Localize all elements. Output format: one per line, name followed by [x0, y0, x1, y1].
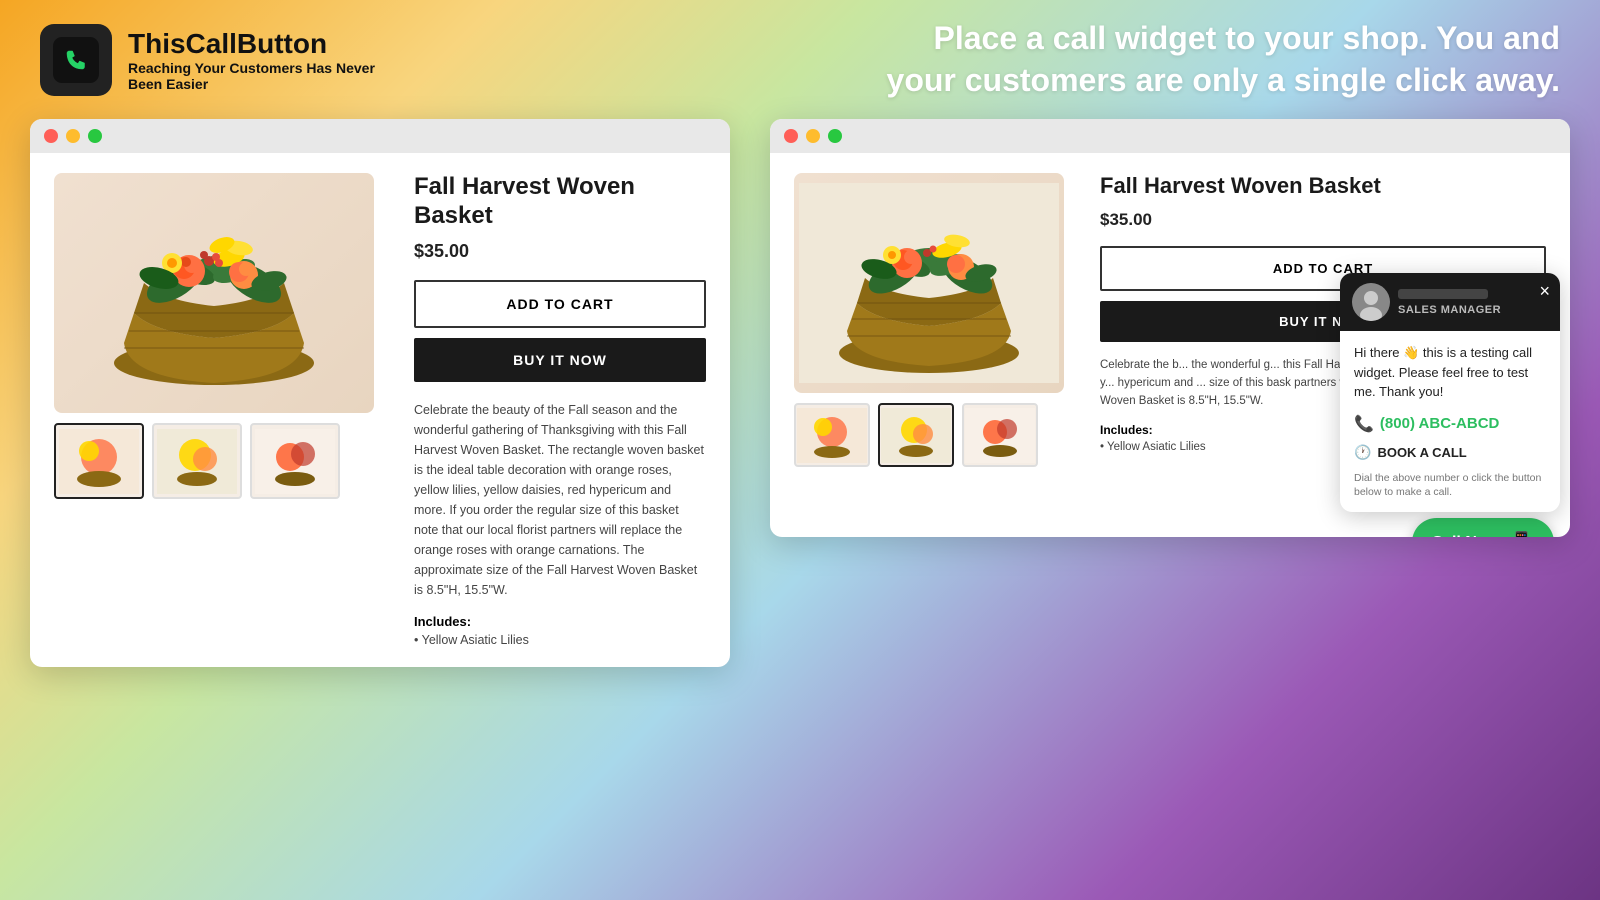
- main-content: Fall Harvest Woven Basket $35.00 ADD TO …: [0, 119, 1600, 667]
- left-product-images: [54, 173, 394, 647]
- agent-name-bar: [1398, 289, 1488, 299]
- left-thumbnail-row: [54, 423, 394, 499]
- right-main-product-image: [794, 173, 1064, 393]
- left-shop-content: Fall Harvest Woven Basket $35.00 ADD TO …: [30, 153, 730, 667]
- thumbnail-2[interactable]: [152, 423, 242, 499]
- book-call-button[interactable]: 🕐 BOOK A CALL: [1354, 444, 1546, 461]
- left-browser-titlebar: [30, 119, 730, 153]
- widget-agent-info: SALES MANAGER: [1398, 289, 1548, 316]
- left-buy-it-now-button[interactable]: BUY IT NOW: [414, 338, 706, 382]
- left-main-product-image: [54, 173, 374, 413]
- agent-avatar-svg: [1352, 283, 1390, 321]
- right-product-price: $35.00: [1100, 210, 1546, 230]
- minimize-dot-left[interactable]: [66, 129, 80, 143]
- call-widget: SALES MANAGER × Hi there 👋 this is a tes…: [1340, 273, 1560, 512]
- left-includes-title: Includes:: [414, 614, 706, 629]
- clock-icon: 🕐: [1354, 444, 1371, 461]
- right-browser-window: Fall Harvest Woven Basket $35.00 ADD TO …: [770, 119, 1570, 537]
- right-product-image-svg: [799, 183, 1059, 383]
- right-thumbnail-3[interactable]: [962, 403, 1038, 467]
- minimize-dot-right[interactable]: [806, 129, 820, 143]
- left-includes-list: • Yellow Asiatic Lilies: [414, 633, 706, 647]
- maximize-dot-left[interactable]: [88, 129, 102, 143]
- agent-avatar: [1352, 283, 1390, 321]
- header-slogan: Place a call widget to your shop. You an…: [860, 18, 1560, 101]
- header: ThisCallButton Reaching Your Customers H…: [0, 0, 1600, 119]
- thumb-img-2: [157, 429, 237, 494]
- widget-body: Hi there 👋 this is a testing call widget…: [1340, 331, 1560, 512]
- left-product-details: Fall Harvest Woven Basket $35.00 ADD TO …: [394, 173, 706, 647]
- widget-instruction: Dial the above number o click the button…: [1354, 471, 1546, 500]
- maximize-dot-right[interactable]: [828, 129, 842, 143]
- left-browser-window: Fall Harvest Woven Basket $35.00 ADD TO …: [30, 119, 730, 667]
- call-now-float-button[interactable]: Call Now 📱: [1412, 518, 1554, 537]
- close-dot-right[interactable]: [784, 129, 798, 143]
- left-product-description: Celebrate the beauty of the Fall season …: [414, 400, 706, 600]
- widget-message: Hi there 👋 this is a testing call widget…: [1354, 343, 1546, 402]
- product-image-svg: [74, 183, 354, 403]
- left-browser-body: Fall Harvest Woven Basket $35.00 ADD TO …: [30, 153, 730, 667]
- thumbnail-3[interactable]: [250, 423, 340, 499]
- book-call-label: BOOK A CALL: [1377, 445, 1466, 460]
- brand: ThisCallButton Reaching Your Customers H…: [40, 24, 375, 96]
- brand-logo: [40, 24, 112, 96]
- right-thumbnail-1[interactable]: [794, 403, 870, 467]
- thumb-img-3: [255, 429, 335, 494]
- agent-title: SALES MANAGER: [1398, 304, 1548, 316]
- phone-green-icon: 📞: [1354, 414, 1374, 434]
- right-product-images: [794, 173, 1084, 467]
- widget-header: SALES MANAGER ×: [1340, 273, 1560, 331]
- brand-text: ThisCallButton Reaching Your Customers H…: [128, 28, 375, 92]
- left-product-title: Fall Harvest Woven Basket: [414, 173, 706, 231]
- thumb-img-1: [59, 429, 139, 494]
- brand-name: ThisCallButton: [128, 28, 375, 60]
- right-thumbnail-2[interactable]: [878, 403, 954, 467]
- close-dot-left[interactable]: [44, 129, 58, 143]
- left-add-to-cart-button[interactable]: ADD TO CART: [414, 280, 706, 328]
- call-now-phone-icon: 📱: [1509, 530, 1534, 537]
- right-product-title: Fall Harvest Woven Basket: [1100, 173, 1546, 199]
- widget-phone: 📞 (800) ABC-ABCD: [1354, 414, 1546, 434]
- widget-close-button[interactable]: ×: [1539, 281, 1550, 302]
- right-thumb-2: [881, 408, 951, 463]
- left-product-price: $35.00: [414, 241, 706, 262]
- right-browser-titlebar: [770, 119, 1570, 153]
- brand-tagline: Reaching Your Customers Has Never Been E…: [128, 60, 375, 92]
- thumbnail-1[interactable]: [54, 423, 144, 499]
- right-browser-body: Fall Harvest Woven Basket $35.00 ADD TO …: [770, 153, 1570, 537]
- phone-icon: [53, 37, 99, 83]
- right-thumb-3: [965, 408, 1035, 463]
- call-now-label: Call Now: [1432, 534, 1500, 538]
- right-shop-content: Fall Harvest Woven Basket $35.00 ADD TO …: [770, 153, 1570, 487]
- right-thumb-1: [797, 408, 867, 463]
- phone-number[interactable]: (800) ABC-ABCD: [1380, 415, 1499, 432]
- right-thumbnail-row: [794, 403, 1084, 467]
